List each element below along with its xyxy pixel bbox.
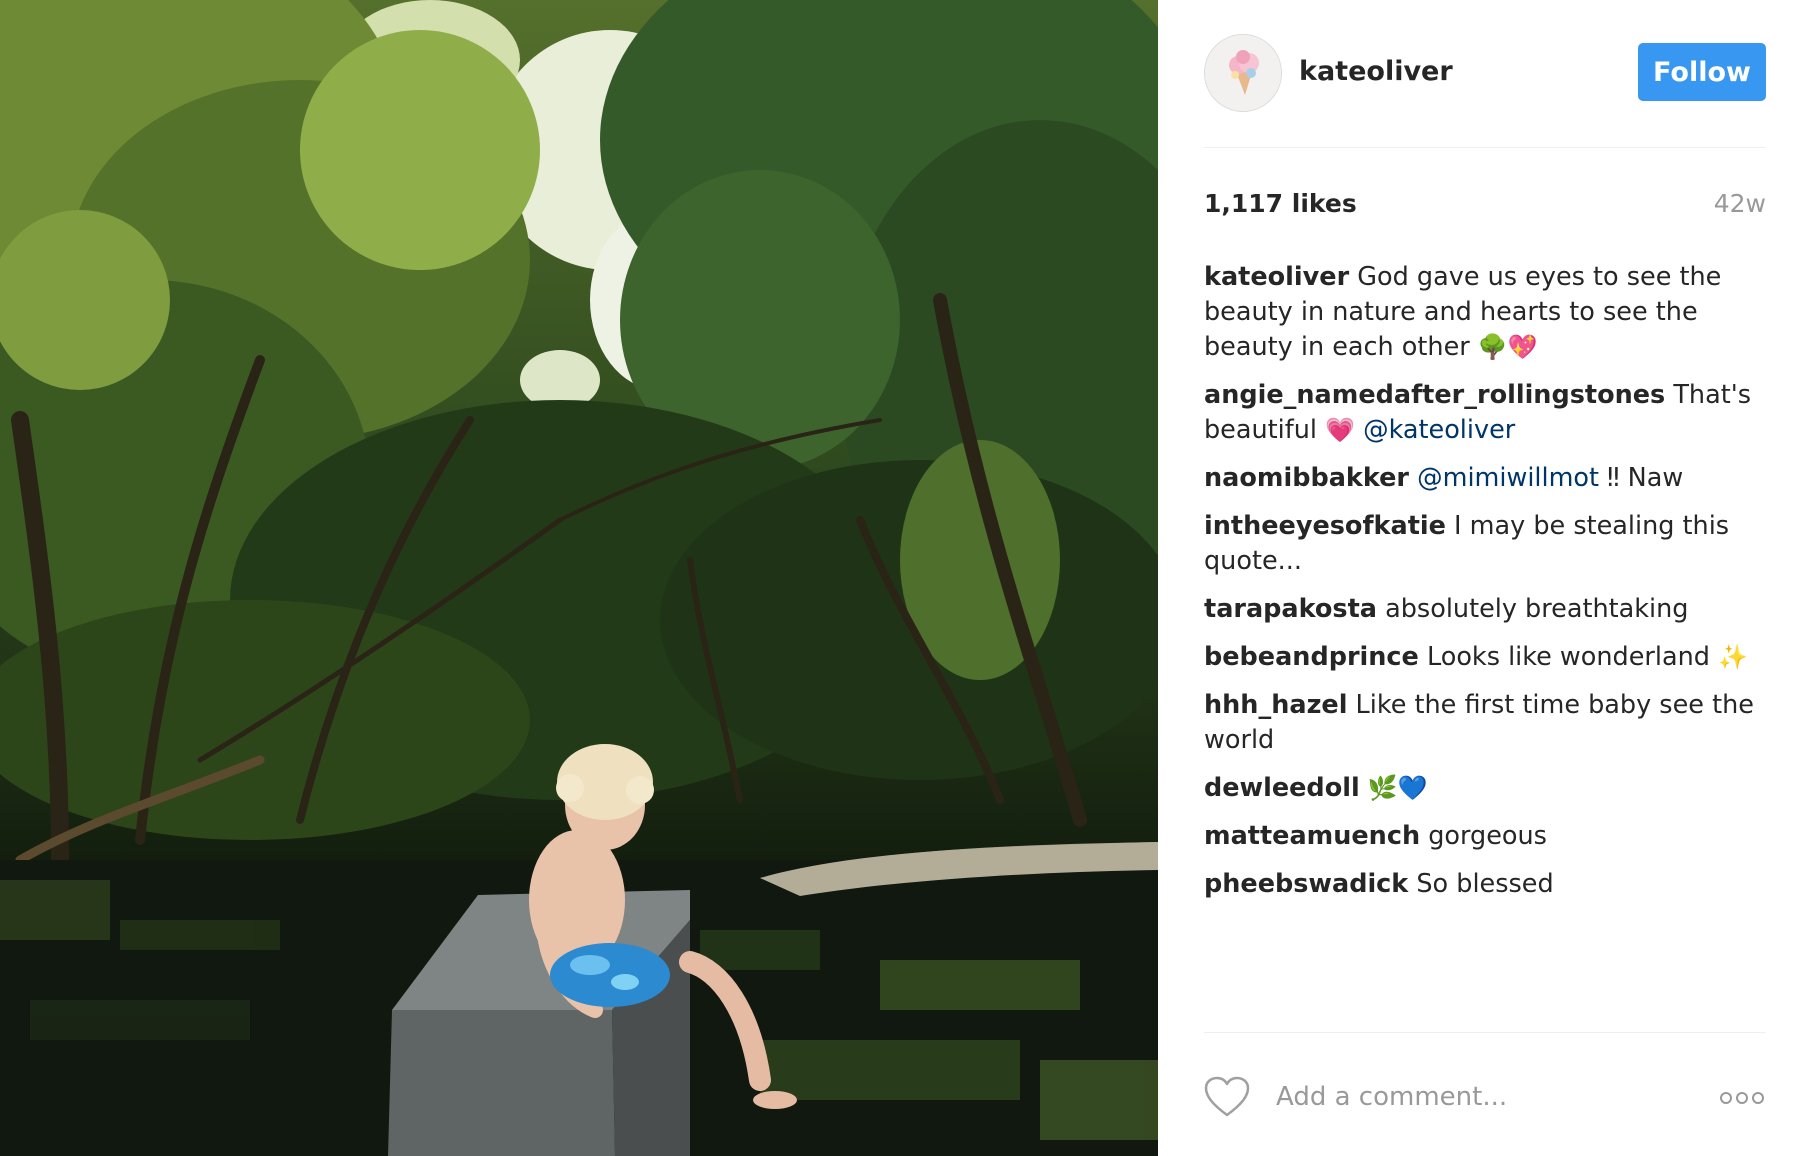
comment-username[interactable]: bebeandprince xyxy=(1204,642,1419,672)
heart-outline-icon[interactable] xyxy=(1204,1076,1250,1118)
comment-item: intheeyesofkatie I may be stealing this … xyxy=(1204,509,1766,579)
photo-scene xyxy=(0,0,1158,1156)
comment-item: matteamuench gorgeous xyxy=(1204,819,1766,854)
comment-emoji: 🌳💖 xyxy=(1477,333,1538,361)
comment-username[interactable]: kateoliver xyxy=(1204,262,1349,292)
post-author-username[interactable]: kateoliver xyxy=(1299,56,1453,87)
post-photo[interactable] xyxy=(0,0,1158,1156)
comment-username[interactable]: dewleedoll xyxy=(1204,773,1360,803)
comment-text: gorgeous xyxy=(1420,821,1547,851)
comment-username[interactable]: hhh_hazel xyxy=(1204,690,1347,720)
more-options-icon[interactable] xyxy=(1718,1088,1766,1108)
comment-text: Looks like wonderland xyxy=(1418,642,1719,672)
comment-username[interactable]: angie_namedafter_rollingstones xyxy=(1204,380,1665,410)
post-header: kateoliver Follow xyxy=(1204,34,1766,114)
comment-text xyxy=(1360,773,1368,803)
comment-item: dewleedoll 🌿💙 xyxy=(1204,771,1766,806)
comment-item: naomibbakker @mimiwillmot ‼ Naw xyxy=(1204,461,1766,496)
avatar[interactable] xyxy=(1204,34,1282,112)
divider xyxy=(1204,147,1766,148)
comment-list: kateoliver God gave us eyes to see the b… xyxy=(1204,260,1766,915)
comment-item: bebeandprince Looks like wonderland ✨ xyxy=(1204,640,1766,675)
comment-item: angie_namedafter_rollingstones That's be… xyxy=(1204,378,1766,448)
comment-text: So blessed xyxy=(1408,869,1554,899)
add-comment-bar xyxy=(1204,1074,1766,1122)
follow-button[interactable]: Follow xyxy=(1638,43,1766,101)
comment-emoji: 🌿💙 xyxy=(1367,774,1428,802)
comment-text: absolutely breathtaking xyxy=(1377,594,1689,624)
post-timestamp[interactable]: 42w xyxy=(1714,189,1766,218)
comment-mention[interactable]: @mimiwillmot xyxy=(1409,463,1599,493)
comment-emoji: ✨ xyxy=(1718,643,1748,671)
avatar-image xyxy=(1205,35,1281,111)
comment-item: hhh_hazel Like the first time baby see t… xyxy=(1204,688,1766,758)
divider xyxy=(1204,1032,1766,1033)
add-comment-input[interactable] xyxy=(1276,1078,1676,1116)
comment-username[interactable]: naomibbakker xyxy=(1204,463,1409,493)
likes-count[interactable]: 1,117 likes xyxy=(1204,189,1357,218)
comment-text: ‼ Naw xyxy=(1599,463,1684,493)
comment-item: pheebswadick So blessed xyxy=(1204,867,1766,902)
comment-item: kateoliver God gave us eyes to see the b… xyxy=(1204,260,1766,365)
instagram-post: kateoliver Follow 1,117 likes 42w kateol… xyxy=(0,0,1800,1156)
comment-username[interactable]: matteamuench xyxy=(1204,821,1420,851)
comment-username[interactable]: tarapakosta xyxy=(1204,594,1377,624)
post-side-panel: kateoliver Follow 1,117 likes 42w kateol… xyxy=(1158,0,1800,1156)
comment-username[interactable]: pheebswadick xyxy=(1204,869,1408,899)
comment-item: tarapakosta absolutely breathtaking xyxy=(1204,592,1766,627)
comment-emoji: 💗 xyxy=(1325,416,1355,444)
comment-mention[interactable]: @kateoliver xyxy=(1355,415,1515,445)
comment-username[interactable]: intheeyesofkatie xyxy=(1204,511,1446,541)
